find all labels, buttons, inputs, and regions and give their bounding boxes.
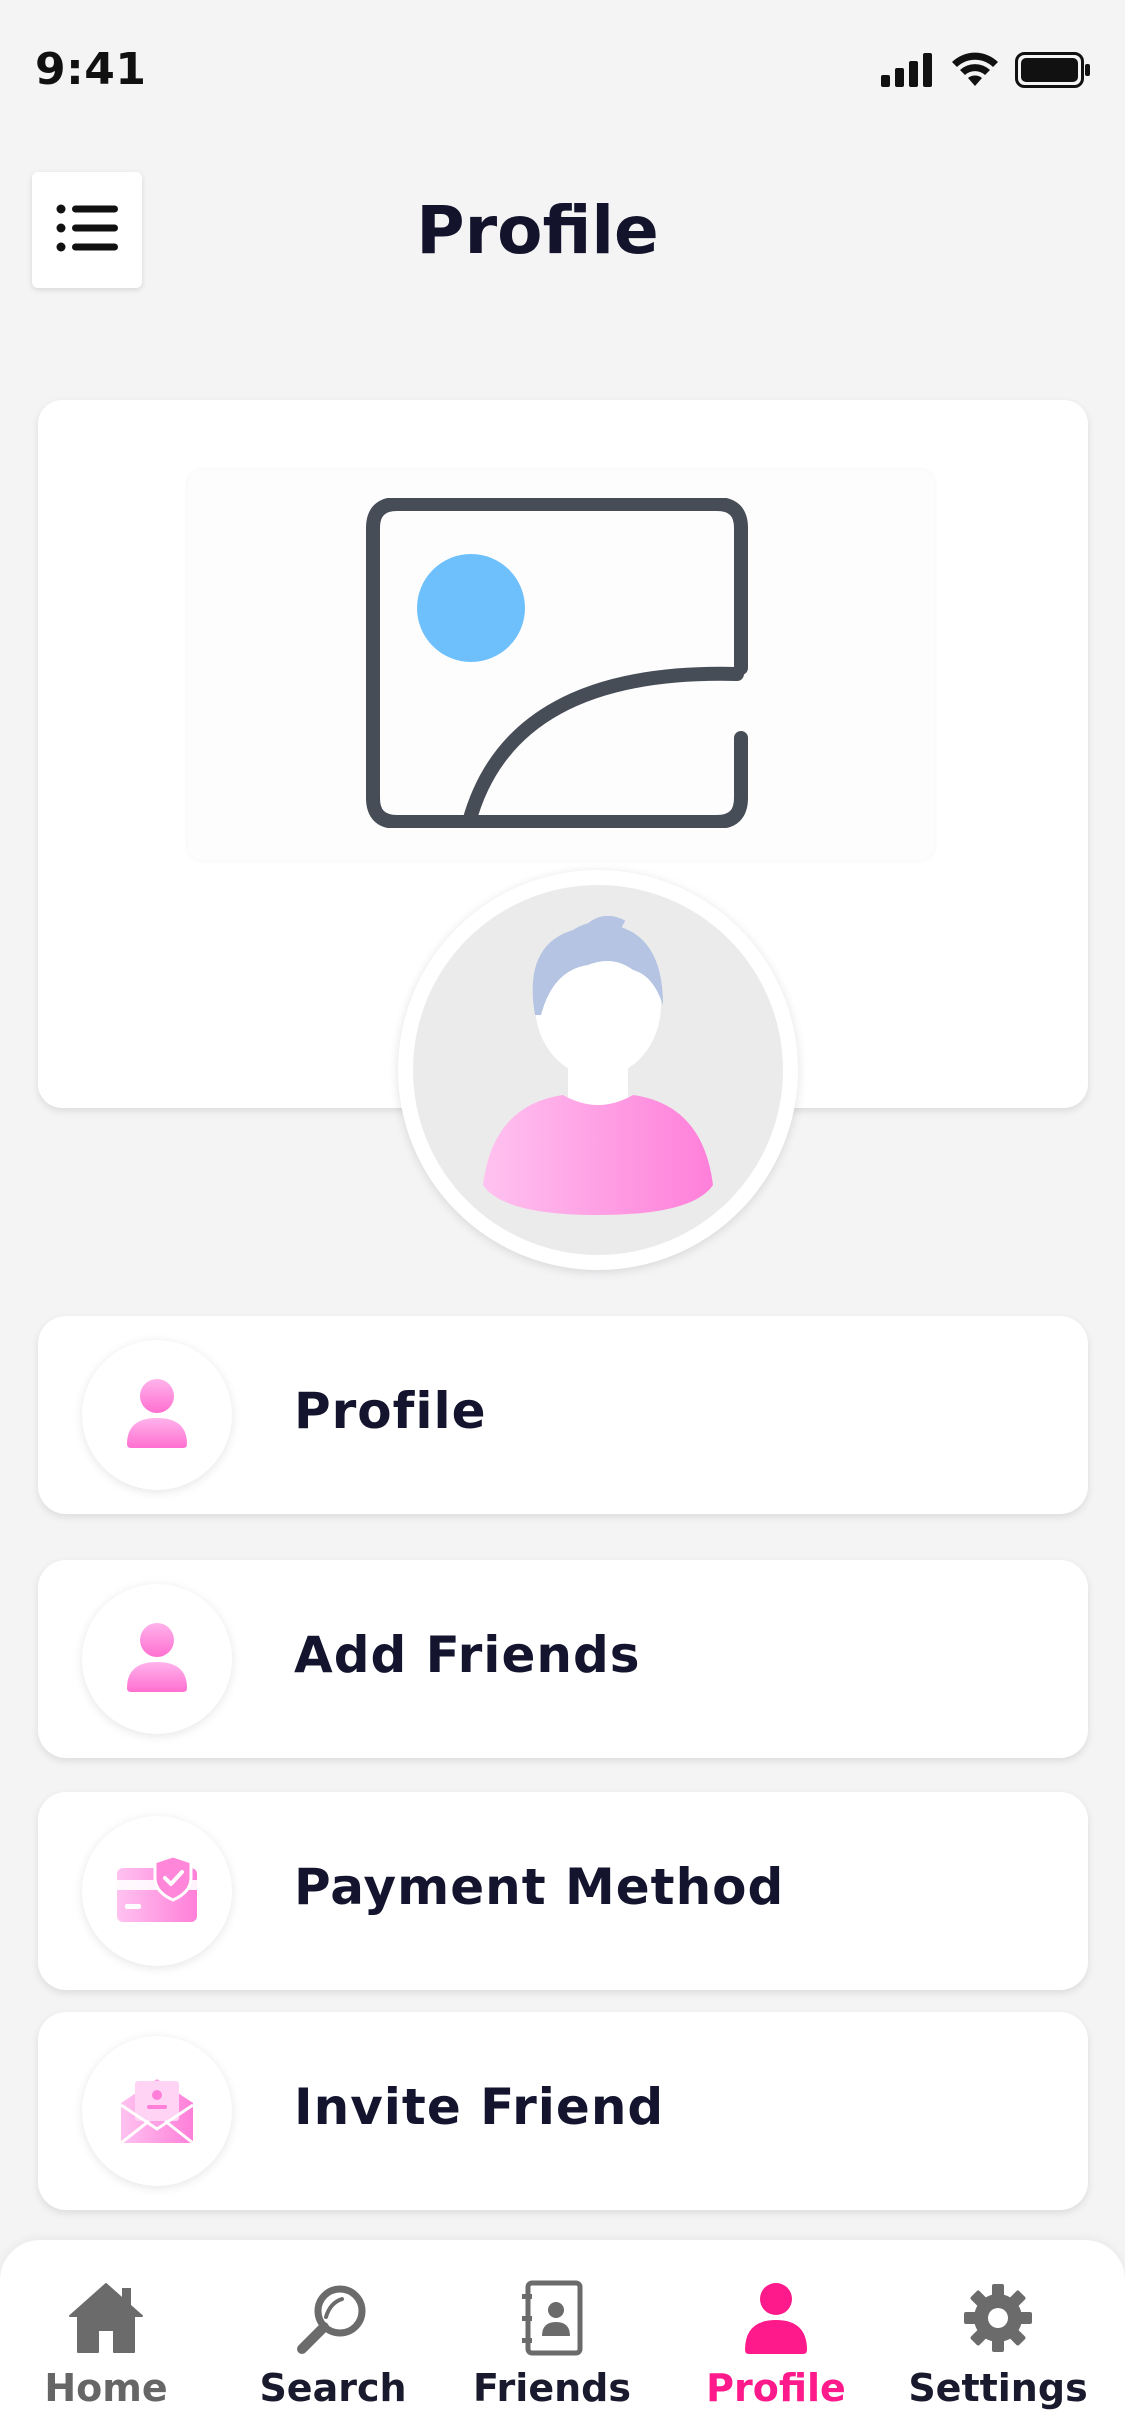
- tab-label: Home: [44, 2366, 168, 2410]
- battery-icon: [1015, 52, 1091, 92]
- menu-item-label: Profile: [294, 1382, 487, 1440]
- tab-settings[interactable]: Settings: [898, 2280, 1098, 2430]
- status-time: 9:41: [35, 44, 147, 95]
- contacts-icon: [520, 2280, 584, 2360]
- menu-item-payment-method[interactable]: Payment Method: [38, 1792, 1088, 1990]
- invite-envelope-icon: [119, 2073, 195, 2149]
- tab-profile[interactable]: Profile: [676, 2280, 876, 2430]
- avatar-image: [413, 885, 783, 1255]
- status-bar: 9:41: [0, 0, 1125, 140]
- user-icon: [744, 2282, 808, 2358]
- menu-item-label: Payment Method: [294, 1858, 785, 1916]
- payment-card-icon: [115, 1854, 199, 1928]
- home-icon: [68, 2282, 144, 2358]
- bottom-tab-bar: Home Search Friends Profile Settings: [0, 2240, 1125, 2436]
- header: Profile: [0, 160, 1125, 300]
- menu-item-profile[interactable]: Profile: [38, 1316, 1088, 1514]
- menu-item-invite-friend[interactable]: Invite Friend: [38, 2012, 1088, 2210]
- page-title: Profile: [416, 192, 659, 269]
- signal-icon: [881, 53, 935, 91]
- menu-item-label: Add Friends: [294, 1626, 641, 1684]
- menu-item-add-friends[interactable]: Add Friends: [38, 1560, 1088, 1758]
- tab-label: Search: [259, 2366, 407, 2410]
- tab-label: Friends: [473, 2366, 631, 2410]
- menu-item-label: Invite Friend: [294, 2078, 665, 2136]
- add-user-icon: [125, 1622, 189, 1696]
- tab-label: Settings: [908, 2366, 1088, 2410]
- avatar[interactable]: [398, 870, 798, 1270]
- profile-cover-card: [38, 400, 1088, 1270]
- tab-friends[interactable]: Friends: [452, 2280, 652, 2430]
- search-icon: [296, 2281, 370, 2359]
- image-placeholder-icon: [361, 497, 761, 832]
- user-icon: [125, 1378, 189, 1452]
- gear-icon: [962, 2282, 1034, 2358]
- status-icons: [881, 52, 1091, 92]
- tab-home[interactable]: Home: [6, 2280, 206, 2430]
- wifi-icon: [951, 52, 999, 92]
- cover-image-placeholder[interactable]: [188, 470, 934, 860]
- tab-label: Profile: [706, 2366, 846, 2410]
- tab-search[interactable]: Search: [233, 2280, 433, 2430]
